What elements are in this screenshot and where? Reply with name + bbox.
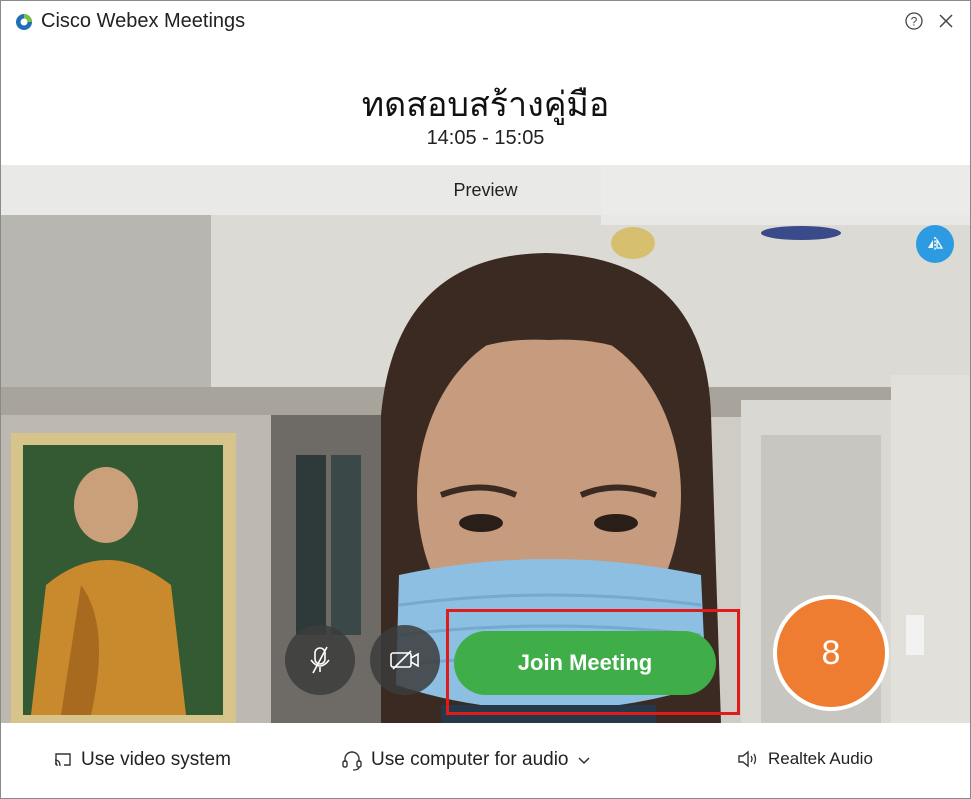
meeting-time: 14:05 - 15:05 [426,127,545,149]
preview-controls: Join Meeting 8 [1,165,970,723]
bottom-bar: Use video system Use computer for audio … [1,723,970,798]
join-meeting-button[interactable]: Join Meeting [454,631,716,695]
help-icon[interactable]: ? [904,11,924,31]
use-video-system-label: Use video system [81,749,231,770]
audio-connection-label: Use computer for audio [371,749,569,770]
headset-icon [342,751,362,771]
app-title: Cisco Webex Meetings [41,10,246,32]
title-bar: Cisco Webex Meetings ? [1,1,970,41]
use-video-system-button[interactable]: Use video system [53,749,231,771]
chevron-down-icon [577,757,590,765]
video-off-icon [390,650,419,670]
cast-icon [54,753,71,767]
tutorial-step-badge: 8 [773,595,889,711]
video-preview: Preview Join Meeting 8 [1,165,970,723]
close-icon[interactable] [936,11,956,31]
speaker-label: Realtek Audio [768,749,873,768]
microphone-muted-icon [310,646,330,674]
webex-logo-icon [16,14,32,30]
mute-button[interactable] [285,625,355,695]
audio-connection-dropdown[interactable]: Use computer for audio [341,749,591,771]
speaker-icon [738,750,757,768]
speaker-selector[interactable]: Realtek Audio [736,749,873,769]
webex-join-window: Cisco Webex Meetings ? ทดสอบสร้างคู่มือ … [0,0,971,799]
video-toggle-button[interactable] [370,625,440,695]
svg-text:?: ? [911,15,918,29]
meeting-title: ทดสอบสร้างคู่มือ [361,85,610,125]
